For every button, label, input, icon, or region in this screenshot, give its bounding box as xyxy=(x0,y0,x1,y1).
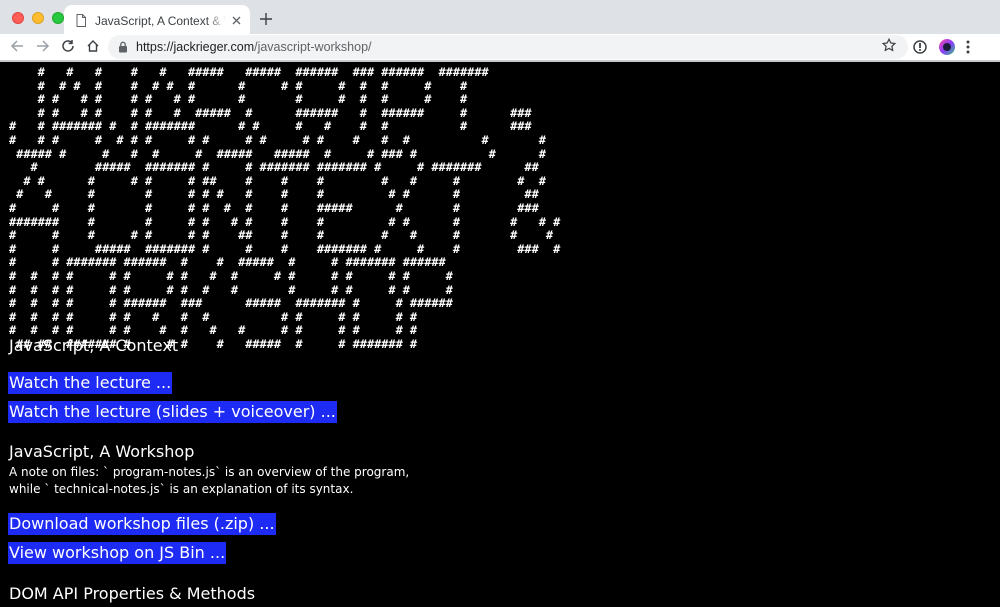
home-icon[interactable] xyxy=(82,35,104,57)
profile-avatar-icon[interactable] xyxy=(938,38,956,56)
bookmark-star-icon[interactable] xyxy=(882,38,896,52)
browser-toolbar: https://jackrieger.com/javascript-worksh… xyxy=(0,34,1000,60)
maximize-window-button[interactable] xyxy=(52,12,64,24)
reload-icon[interactable] xyxy=(57,35,79,57)
minimize-window-button[interactable] xyxy=(32,12,44,24)
info-icon[interactable] xyxy=(912,39,928,55)
tab-title: JavaScript, A Context & Workshop xyxy=(95,13,226,28)
url-host: https://jackrieger.com xyxy=(136,40,255,54)
lock-icon xyxy=(119,41,127,53)
files-note-line-1: A note on files: ` program-notes.js` is … xyxy=(9,465,410,479)
window-controls xyxy=(12,12,64,24)
close-window-button[interactable] xyxy=(12,12,24,24)
url-path: /javascript-workshop/ xyxy=(254,40,372,54)
download-workshop-link[interactable]: Download workshop files (.zip) ... xyxy=(8,513,276,535)
new-tab-icon[interactable] xyxy=(256,9,276,29)
forward-arrow-icon[interactable] xyxy=(32,35,54,57)
document-icon xyxy=(76,14,86,27)
active-tab[interactable]: JavaScript, A Context & Workshop xyxy=(64,5,250,36)
menu-dots-icon[interactable] xyxy=(966,40,970,54)
context-heading: JavaScript, A Context xyxy=(9,336,179,355)
ascii-art-title: # # # # # ##### ##### ###### ### ###### … xyxy=(9,65,561,351)
watch-lecture-slides-link[interactable]: Watch the lecture (slides + voiceover) .… xyxy=(8,401,337,423)
address-bar[interactable]: https://jackrieger.com/javascript-worksh… xyxy=(108,35,908,59)
files-note-line-2: while ` technical-notes.js` is an explan… xyxy=(9,482,354,496)
back-arrow-icon[interactable] xyxy=(6,35,28,57)
page-content: # # # # # ##### ##### ###### ### ###### … xyxy=(0,62,1000,607)
tab-bar: JavaScript, A Context & Workshop xyxy=(0,0,1000,36)
close-tab-icon[interactable] xyxy=(230,13,242,29)
dom-api-heading: DOM API Properties & Methods xyxy=(9,584,256,603)
toolbar-right-icons xyxy=(912,35,970,59)
workshop-heading: JavaScript, A Workshop xyxy=(9,442,195,461)
jsbin-workshop-link[interactable]: View workshop on JS Bin ... xyxy=(8,542,227,564)
watch-lecture-link[interactable]: Watch the lecture ... xyxy=(8,372,173,394)
url-text: https://jackrieger.com/javascript-worksh… xyxy=(136,40,372,54)
